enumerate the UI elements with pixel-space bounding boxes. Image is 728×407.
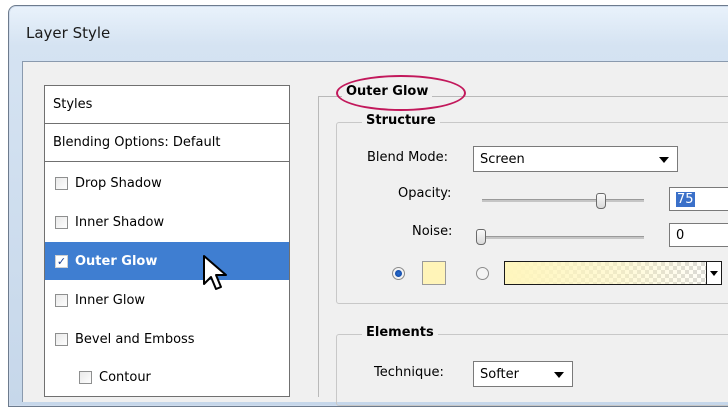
- inner-glow-checkbox[interactable]: [55, 293, 68, 307]
- chevron-down-icon: [659, 157, 669, 163]
- style-item-label: Contour: [99, 369, 151, 385]
- opacity-slider-track[interactable]: [482, 199, 644, 202]
- glow-color-swatch[interactable]: [422, 261, 446, 285]
- opacity-slider-thumb[interactable]: [596, 193, 606, 209]
- style-item-contour[interactable]: Contour: [45, 358, 289, 396]
- style-item-label: Inner Shadow: [75, 214, 165, 230]
- technique-value: Softer: [480, 366, 519, 382]
- styles-header[interactable]: Styles: [45, 86, 289, 124]
- noise-input[interactable]: 0: [669, 223, 728, 247]
- annotation-oval: [336, 75, 466, 111]
- blending-options-label: Blending Options: Default: [53, 135, 221, 150]
- style-item-bevel-emboss[interactable]: Bevel and Emboss: [45, 320, 289, 358]
- styles-header-label: Styles: [53, 97, 93, 112]
- blend-mode-label: Blend Mode:: [367, 150, 448, 165]
- outer-glow-checkbox[interactable]: ✓: [55, 254, 68, 268]
- drop-shadow-checkbox[interactable]: [55, 176, 68, 190]
- glow-gradient-picker[interactable]: [504, 261, 722, 285]
- mouse-pointer-icon: [203, 255, 227, 290]
- style-item-inner-shadow[interactable]: Inner Shadow: [45, 203, 289, 241]
- structure-title: Structure: [362, 113, 440, 128]
- contour-checkbox[interactable]: [79, 370, 92, 384]
- noise-label: Noise:: [412, 224, 453, 239]
- solid-color-radio[interactable]: [392, 267, 405, 280]
- style-item-inner-glow[interactable]: Inner Glow: [45, 281, 289, 319]
- noise-slider-track[interactable]: [476, 236, 644, 239]
- style-item-outer-glow[interactable]: ✓ Outer Glow: [45, 242, 289, 280]
- style-item-label: Outer Glow: [75, 253, 158, 269]
- opacity-label: Opacity:: [398, 186, 452, 201]
- noise-value: 0: [676, 227, 685, 243]
- window-title: Layer Style: [26, 24, 111, 42]
- technique-dropdown[interactable]: Softer: [473, 361, 573, 387]
- opacity-input[interactable]: 75: [669, 187, 728, 211]
- technique-label: Technique:: [374, 365, 444, 380]
- opacity-value: 75: [676, 191, 695, 207]
- styles-panel: Styles Blending Options: Default Drop Sh…: [44, 85, 290, 397]
- style-item-label: Inner Glow: [75, 292, 146, 308]
- blending-options-item[interactable]: Blending Options: Default: [45, 124, 289, 162]
- chevron-down-icon: [554, 372, 564, 378]
- bevel-emboss-checkbox[interactable]: [55, 332, 68, 346]
- noise-slider-thumb[interactable]: [476, 229, 486, 245]
- blend-mode-dropdown[interactable]: Screen: [473, 146, 678, 172]
- gradient-radio[interactable]: [476, 267, 489, 280]
- chevron-down-icon: [706, 262, 721, 284]
- blend-mode-value: Screen: [480, 151, 525, 167]
- style-item-label: Drop Shadow: [75, 175, 162, 191]
- style-item-drop-shadow[interactable]: Drop Shadow: [45, 164, 289, 202]
- inner-shadow-checkbox[interactable]: [55, 215, 68, 229]
- elements-title: Elements: [362, 325, 438, 340]
- style-item-label: Bevel and Emboss: [75, 331, 195, 347]
